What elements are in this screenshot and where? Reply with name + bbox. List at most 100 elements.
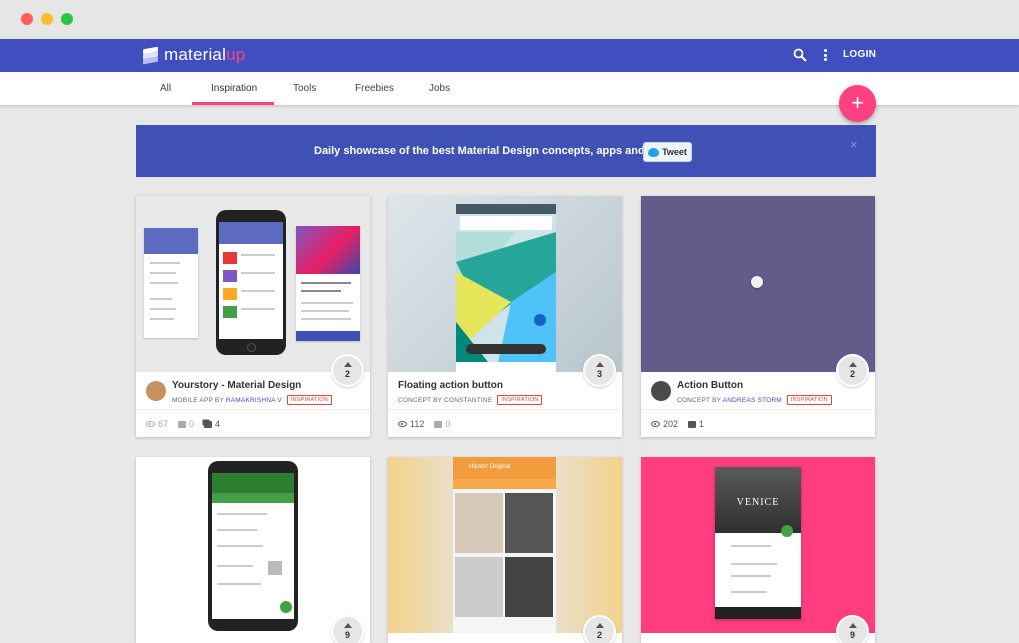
close-window-button[interactable] — [21, 13, 33, 25]
comments-stat[interactable]: 1 — [688, 419, 704, 429]
post-thumbnail[interactable] — [136, 196, 370, 372]
active-tab-indicator — [192, 102, 274, 105]
avatar[interactable] — [651, 381, 671, 401]
mockup-screen — [144, 228, 198, 338]
views-stat: 67 — [146, 419, 168, 429]
app-bar: materialup LOGIN — [0, 39, 1019, 72]
post-title[interactable]: Floating action button — [398, 380, 503, 391]
post-stats: 67 0 4 — [146, 419, 220, 429]
mockup-screen — [296, 226, 360, 341]
category-badge[interactable]: INSPIRATION — [786, 395, 832, 405]
divider — [388, 409, 622, 410]
upvote-arrow-icon — [343, 623, 352, 628]
upvote-arrow-icon — [848, 362, 857, 367]
post-card[interactable]: Hipster Original 2 — [388, 457, 622, 643]
category-badge[interactable]: INSPIRATION — [497, 395, 543, 405]
vote-count: 2 — [596, 630, 602, 640]
logo-icon — [143, 46, 158, 64]
upvote-arrow-icon — [595, 362, 604, 367]
post-meta: CONCEPT BY ANDREAS STORM INSPIRATION — [677, 395, 832, 405]
fab-preview — [751, 276, 763, 288]
post-stats: 112 0 — [398, 419, 450, 429]
post-title[interactable]: Yourstory - Material Design — [172, 380, 301, 391]
vote-count: 3 — [596, 369, 602, 379]
tweet-label: Tweet — [662, 147, 687, 157]
vote-count: 2 — [849, 369, 855, 379]
post-title[interactable]: Action Button — [677, 380, 743, 391]
upvote-arrow-icon — [848, 623, 857, 628]
eye-icon — [398, 421, 407, 427]
images-stat: 4 — [204, 419, 220, 429]
post-thumbnail[interactable] — [388, 196, 622, 372]
mockup-screen: VENICE — [715, 467, 801, 619]
upvote-button[interactable]: 3 — [583, 354, 616, 387]
minimize-window-button[interactable] — [41, 13, 53, 25]
post-meta: CONCEPT BY CONSTANTINE INSPIRATION — [398, 395, 543, 405]
upvote-arrow-icon — [595, 623, 604, 628]
more-vert-icon[interactable] — [822, 47, 828, 63]
tab-tools[interactable]: Tools — [293, 83, 316, 94]
category-badge[interactable]: INSPIRATION — [286, 395, 332, 405]
comments-stat[interactable]: 0 — [178, 419, 194, 429]
avatar[interactable] — [146, 381, 166, 401]
post-thumbnail[interactable]: Hipster Original — [388, 457, 622, 633]
upvote-button[interactable]: 2 — [331, 354, 364, 387]
upvote-button[interactable]: 9 — [331, 615, 364, 643]
phone-mockup — [208, 461, 298, 631]
vote-count: 9 — [344, 630, 350, 640]
maximize-window-button[interactable] — [61, 13, 73, 25]
logo-text: materialup — [164, 45, 246, 64]
post-category: CONCEPT BY — [677, 397, 722, 404]
mockup-screen: Hipster Original — [453, 457, 556, 633]
post-author[interactable]: RAMAKRISHNA V — [226, 397, 282, 404]
tweet-button[interactable]: Tweet — [643, 142, 692, 162]
upvote-button[interactable]: 9 — [836, 615, 869, 643]
comment-icon — [434, 420, 443, 428]
divider — [136, 409, 370, 410]
post-meta: MOBILE APP BY RAMAKRISHNA V INSPIRATION — [172, 395, 332, 405]
mockup-screen — [456, 204, 556, 372]
post-card[interactable]: 9 — [136, 457, 370, 643]
logo[interactable]: materialup — [143, 45, 245, 65]
tab-jobs[interactable]: Jobs — [429, 83, 450, 94]
comment-icon — [178, 420, 187, 428]
views-stat: 112 — [398, 419, 424, 429]
comments-stat[interactable]: 0 — [434, 419, 450, 429]
post-card[interactable]: 2 Yourstory - Material Design MOBILE APP… — [136, 196, 370, 437]
login-button[interactable]: LOGIN — [843, 49, 876, 60]
post-thumbnail[interactable]: VENICE — [641, 457, 875, 633]
images-icon — [204, 420, 213, 428]
banner-text: Daily showcase of the best Material Desi… — [314, 145, 678, 157]
post-category: CONCEPT BY — [398, 397, 443, 404]
comment-icon — [688, 420, 697, 428]
close-icon[interactable]: × — [850, 137, 858, 152]
post-category: MOBILE APP BY — [172, 397, 224, 404]
post-author[interactable]: ANDREAS STORM — [723, 397, 782, 404]
mockup-title: VENICE — [736, 497, 780, 508]
tab-all[interactable]: All — [160, 83, 171, 94]
post-author[interactable]: CONSTANTINE — [444, 397, 492, 404]
post-card[interactable]: VENICE 9 — [641, 457, 875, 643]
vote-count: 2 — [344, 369, 350, 379]
window-titlebar — [0, 0, 1019, 39]
tab-inspiration[interactable]: Inspiration — [211, 83, 257, 94]
eye-icon — [146, 421, 155, 427]
tab-freebies[interactable]: Freebies — [355, 83, 394, 94]
vote-count: 9 — [849, 630, 855, 640]
post-thumbnail[interactable] — [136, 457, 370, 633]
post-stats: 202 1 — [651, 419, 704, 429]
views-stat: 202 — [651, 419, 678, 429]
phone-mockup — [216, 210, 286, 355]
divider — [641, 409, 875, 410]
twitter-bird-icon — [648, 147, 660, 157]
post-card[interactable]: 2 Action Button CONCEPT BY ANDREAS STORM… — [641, 196, 875, 437]
mockup-title: Hipster Original — [469, 464, 511, 470]
upvote-button[interactable]: 2 — [836, 354, 869, 387]
search-icon[interactable] — [793, 48, 807, 62]
eye-icon — [651, 421, 660, 427]
post-thumbnail[interactable] — [641, 196, 875, 372]
upvote-button[interactable]: 2 — [583, 615, 616, 643]
add-post-button[interactable]: + — [839, 85, 876, 122]
post-card[interactable]: 3 Floating action button CONCEPT BY CONS… — [388, 196, 622, 437]
showcase-banner: Daily showcase of the best Material Desi… — [136, 125, 876, 177]
